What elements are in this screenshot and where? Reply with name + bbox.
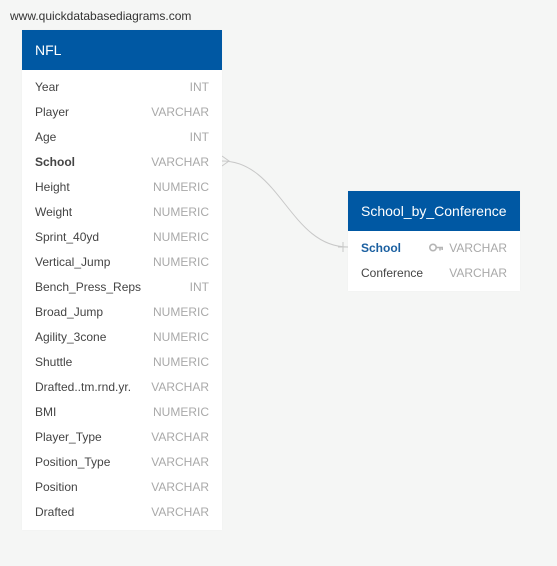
column-row-conference[interactable]: Conference VARCHAR	[348, 260, 520, 285]
table-header-nfl[interactable]: NFL	[22, 30, 222, 70]
table-title: NFL	[35, 42, 62, 58]
column-row-bench-press-reps[interactable]: Bench_Press_Reps INT	[22, 274, 222, 299]
column-name: Year	[35, 79, 60, 94]
column-name: Drafted	[35, 504, 75, 519]
column-type: NUMERIC	[153, 404, 209, 419]
column-row-sprint-40yd[interactable]: Sprint_40yd NUMERIC	[22, 224, 222, 249]
column-name: Conference	[361, 265, 424, 280]
column-row-age[interactable]: Age INT	[22, 124, 222, 149]
column-row-player[interactable]: Player VARCHAR	[22, 99, 222, 124]
column-type: INT	[189, 129, 209, 144]
column-name: Player	[35, 104, 70, 119]
column-list: Year INT Player VARCHAR Age INT School V…	[22, 70, 222, 524]
column-type: VARCHAR	[449, 265, 507, 280]
column-name: Drafted..tm.rnd.yr.	[35, 379, 132, 394]
column-type: INT	[189, 79, 209, 94]
relation-connector-school[interactable]	[221, 160, 349, 248]
column-name: Agility_3cone	[35, 329, 107, 344]
column-type: NUMERIC	[153, 204, 209, 219]
column-name: BMI	[35, 404, 57, 419]
column-name: Player_Type	[35, 429, 102, 444]
column-type: NUMERIC	[153, 304, 209, 319]
column-type: NUMERIC	[153, 179, 209, 194]
column-name: Bench_Press_Reps	[35, 279, 142, 294]
column-type: NUMERIC	[153, 229, 209, 244]
column-name: Shuttle	[35, 354, 73, 369]
column-list: School VARCHAR Conference VARCHAR	[348, 231, 520, 285]
column-row-agility-3cone[interactable]: Agility_3cone NUMERIC	[22, 324, 222, 349]
column-row-vertical-jump[interactable]: Vertical_Jump NUMERIC	[22, 249, 222, 274]
column-row-weight[interactable]: Weight NUMERIC	[22, 199, 222, 224]
column-name: Height	[35, 179, 70, 194]
column-type: INT	[189, 279, 209, 294]
table-nfl[interactable]: NFL Year INT Player VARCHAR Age INT Scho…	[22, 30, 222, 530]
column-row-drafted[interactable]: Drafted VARCHAR	[22, 499, 222, 524]
column-type: VARCHAR	[151, 379, 209, 394]
column-row-school-pk[interactable]: School VARCHAR	[348, 235, 520, 260]
column-row-broad-jump[interactable]: Broad_Jump NUMERIC	[22, 299, 222, 324]
column-name: Position_Type	[35, 454, 111, 469]
table-school-by-conference[interactable]: School_by_Conference School VARCHAR Conf…	[348, 191, 520, 291]
table-header-school-by-conference[interactable]: School_by_Conference	[348, 191, 520, 231]
column-name: Sprint_40yd	[35, 229, 100, 244]
column-name-primary-key: School	[361, 240, 402, 255]
column-type: NUMERIC	[153, 254, 209, 269]
column-row-height[interactable]: Height NUMERIC	[22, 174, 222, 199]
column-name: Age	[35, 129, 57, 144]
key-icon	[429, 243, 444, 252]
column-name: Weight	[35, 204, 73, 219]
column-name: Vertical_Jump	[35, 254, 111, 269]
column-row-bmi[interactable]: BMI NUMERIC	[22, 399, 222, 424]
table-title: School_by_Conference	[361, 203, 507, 219]
column-type: VARCHAR	[151, 104, 209, 119]
column-row-drafted-tm-rnd-yr[interactable]: Drafted..tm.rnd.yr. VARCHAR	[22, 374, 222, 399]
column-type: VARCHAR	[151, 479, 209, 494]
column-type: VARCHAR	[151, 504, 209, 519]
one-bar-icon	[338, 242, 348, 252]
column-type: VARCHAR	[449, 240, 507, 255]
column-type-wrap: VARCHAR	[429, 241, 507, 255]
column-type: VARCHAR	[151, 429, 209, 444]
column-row-position-type[interactable]: Position_Type VARCHAR	[22, 449, 222, 474]
column-row-school[interactable]: School VARCHAR	[22, 149, 222, 174]
column-row-player-type[interactable]: Player_Type VARCHAR	[22, 424, 222, 449]
column-type: VARCHAR	[151, 154, 209, 169]
column-type: VARCHAR	[151, 454, 209, 469]
column-row-year[interactable]: Year INT	[22, 74, 222, 99]
column-row-position[interactable]: Position VARCHAR	[22, 474, 222, 499]
column-type: NUMERIC	[153, 354, 209, 369]
column-type: NUMERIC	[153, 329, 209, 344]
column-row-shuttle[interactable]: Shuttle NUMERIC	[22, 349, 222, 374]
column-name: Position	[35, 479, 78, 494]
column-name-foreign-key: School	[35, 154, 76, 169]
column-name: Broad_Jump	[35, 304, 104, 319]
